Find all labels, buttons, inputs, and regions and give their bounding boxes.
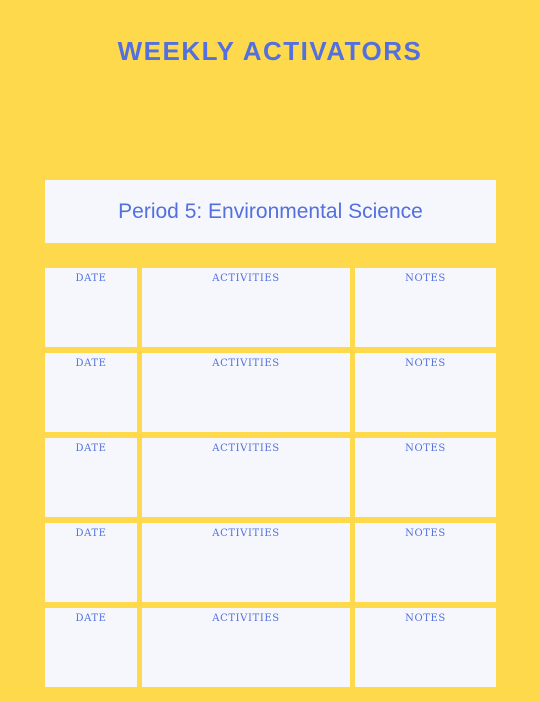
notes-cell[interactable]: NOTES bbox=[355, 438, 496, 517]
date-label: DATE bbox=[75, 443, 107, 454]
period-banner: Period 5: Environmental Science bbox=[45, 180, 496, 243]
date-cell[interactable]: DATE bbox=[45, 523, 137, 602]
activator-grid: DATE ACTIVITIES NOTES DATE ACTIVITIES NO… bbox=[45, 268, 496, 693]
date-cell[interactable]: DATE bbox=[45, 268, 137, 347]
activities-label: ACTIVITIES bbox=[212, 528, 280, 539]
date-label: DATE bbox=[75, 613, 107, 624]
activities-cell[interactable]: ACTIVITIES bbox=[142, 268, 350, 347]
page: { "header": { "title": "WEEKLY ACTIVATOR… bbox=[0, 0, 540, 702]
activities-label: ACTIVITIES bbox=[212, 358, 280, 369]
notes-cell[interactable]: NOTES bbox=[355, 353, 496, 432]
date-label: DATE bbox=[75, 358, 107, 369]
notes-cell[interactable]: NOTES bbox=[355, 608, 496, 687]
notes-label: NOTES bbox=[405, 613, 446, 624]
notes-cell[interactable]: NOTES bbox=[355, 268, 496, 347]
activities-cell[interactable]: ACTIVITIES bbox=[142, 438, 350, 517]
notes-cell[interactable]: NOTES bbox=[355, 523, 496, 602]
grid-row: DATE ACTIVITIES NOTES bbox=[45, 438, 496, 517]
activities-cell[interactable]: ACTIVITIES bbox=[142, 353, 350, 432]
grid-row: DATE ACTIVITIES NOTES bbox=[45, 608, 496, 687]
grid-row: DATE ACTIVITIES NOTES bbox=[45, 268, 496, 347]
activities-label: ACTIVITIES bbox=[212, 443, 280, 454]
date-cell[interactable]: DATE bbox=[45, 353, 137, 432]
grid-row: DATE ACTIVITIES NOTES bbox=[45, 353, 496, 432]
notes-label: NOTES bbox=[405, 528, 446, 539]
notes-label: NOTES bbox=[405, 358, 446, 369]
notes-label: NOTES bbox=[405, 273, 446, 284]
date-cell[interactable]: DATE bbox=[45, 608, 137, 687]
activities-label: ACTIVITIES bbox=[212, 613, 280, 624]
date-cell[interactable]: DATE bbox=[45, 438, 137, 517]
period-label: Period 5: Environmental Science bbox=[118, 199, 423, 223]
grid-row: DATE ACTIVITIES NOTES bbox=[45, 523, 496, 602]
activities-label: ACTIVITIES bbox=[212, 273, 280, 284]
date-label: DATE bbox=[75, 273, 107, 284]
activities-cell[interactable]: ACTIVITIES bbox=[142, 608, 350, 687]
notes-label: NOTES bbox=[405, 443, 446, 454]
activities-cell[interactable]: ACTIVITIES bbox=[142, 523, 350, 602]
page-title: WEEKLY ACTIVATORS bbox=[117, 36, 423, 66]
date-label: DATE bbox=[75, 528, 107, 539]
